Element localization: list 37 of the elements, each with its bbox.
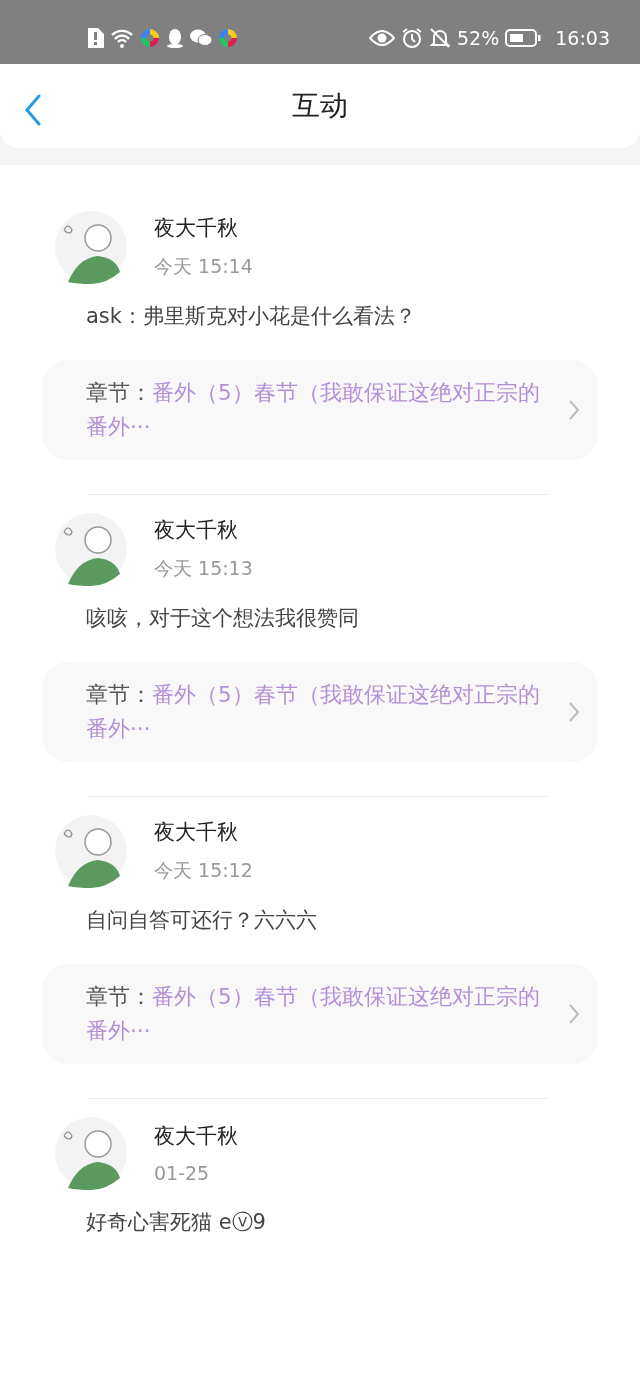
comment-time: 01-25 [154, 1162, 211, 1184]
eye-icon [369, 29, 395, 47]
chapter-link: 章节：番外（5）春节（我敢保证这绝对正宗的番外··· [86, 983, 541, 1045]
comment-text: 好奇心害死猫 eⓥ9 [86, 1209, 267, 1236]
chevron-right-icon [568, 399, 580, 421]
page-title: 互动 [292, 88, 348, 124]
avatar-icon [54, 814, 128, 888]
chapter-card[interactable]: 章节：番外（5）春节（我敢保证这绝对正宗的番外··· [42, 964, 598, 1064]
alarm-icon [401, 27, 423, 49]
chevron-right-icon [568, 1003, 580, 1025]
avatar-icon [54, 210, 128, 284]
avatar-icon [54, 512, 128, 586]
chapter-link: 章节：番外（5）春节（我敢保证这绝对正宗的番外··· [86, 681, 541, 743]
clock-time: 16:03 [555, 27, 610, 49]
chat-icon [190, 28, 212, 48]
chapter-card[interactable]: 章节：番外（5）春节（我敢保证这绝对正宗的番外··· [42, 360, 598, 460]
comment-text: 咳咳，对于这个想法我很赞同 [86, 605, 360, 632]
avatar-icon [54, 1116, 128, 1190]
comment-text: ask：弗里斯克对小花是什么看法？ [86, 303, 417, 330]
comment-text: 自问自答可还行？六六六 [86, 907, 318, 934]
battery-icon [505, 28, 542, 48]
user-name: 夜大千秋 [154, 1123, 238, 1150]
chapter-link: 章节：番外（5）春节（我敢保证这绝对正宗的番外··· [86, 379, 541, 441]
user-name: 夜大千秋 [154, 215, 239, 242]
comment-time: 今天 15:14 [154, 254, 253, 279]
battery-percentage: 52% [457, 27, 500, 49]
bell-muted-icon [429, 27, 451, 49]
comment-time: 今天 15:12 [154, 858, 253, 883]
sim-alert-icon [86, 28, 104, 48]
wifi-icon [110, 28, 134, 48]
chevron-right-icon [568, 701, 580, 723]
comment-time: 今天 15:13 [154, 556, 253, 581]
user-name: 夜大千秋 [154, 517, 239, 544]
user-name: 夜大千秋 [154, 819, 239, 846]
app-icon [140, 28, 160, 48]
chapter-card[interactable]: 章节：番外（5）春节（我敢保证这绝对正宗的番外··· [42, 662, 598, 762]
app-icon [218, 28, 238, 48]
